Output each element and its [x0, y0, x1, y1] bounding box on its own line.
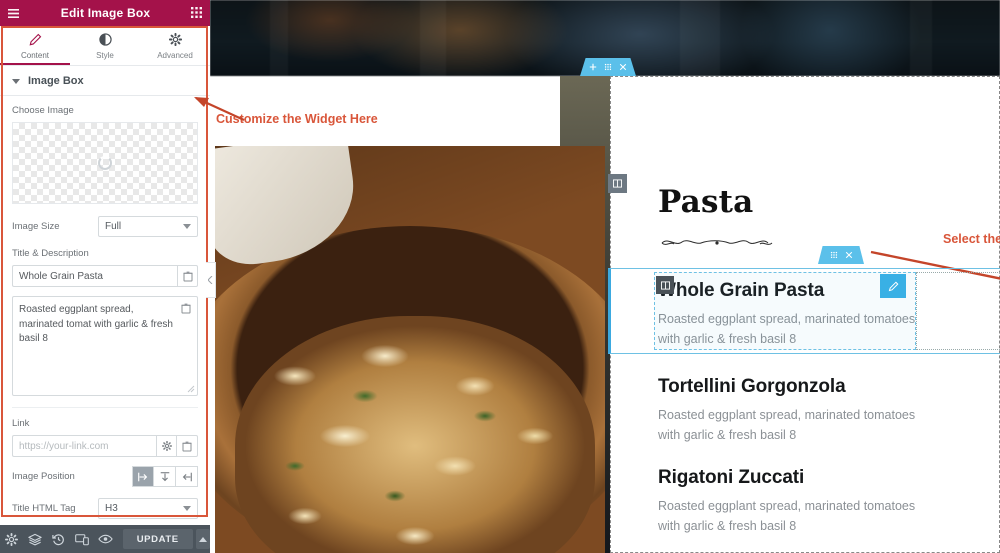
accordion-title: Image Box: [28, 74, 84, 87]
image-position-control[interactable]: [132, 466, 198, 487]
link-input[interactable]: https://your-link.com: [12, 435, 156, 457]
editor-screen: Pasta Select the Whole Grain Pasta Roast…: [0, 0, 1000, 553]
menu-item-selected[interactable]: Whole Grain Pasta $25.00 Roasted eggplan…: [608, 246, 1000, 354]
description-textarea[interactable]: Roasted eggplant spread, marinated tomat…: [12, 296, 198, 396]
selected-widget-box: [654, 272, 916, 350]
title-description-label: Title & Description: [12, 248, 89, 259]
gear-icon: [168, 32, 182, 48]
accordion-image-box[interactable]: Image Box: [0, 66, 210, 96]
menu-items-list: Whole Grain Pasta $25.00 Roasted eggplan…: [608, 246, 1000, 553]
menu-item-description: Roasted eggplant spread, marinated tomat…: [658, 405, 958, 446]
close-icon[interactable]: [619, 58, 627, 76]
chevron-down-icon: [183, 224, 191, 229]
panel-divider: [12, 407, 198, 408]
edit-widget-button[interactable]: [880, 274, 906, 298]
title-html-tag-label: Title HTML Tag: [12, 503, 76, 514]
align-left-icon[interactable]: [132, 466, 154, 487]
panel-collapse-handle[interactable]: [206, 262, 216, 298]
grid-icon[interactable]: [190, 7, 203, 19]
link-options-button[interactable]: [156, 435, 177, 457]
menu-heading: Pasta: [658, 184, 754, 220]
title-dynamic-tags-button[interactable]: [177, 265, 198, 287]
editor-canvas[interactable]: Pasta Select the Whole Grain Pasta Roast…: [210, 0, 1000, 553]
loading-spinner-icon: [98, 156, 112, 170]
image-position-label: Image Position: [12, 471, 75, 482]
widget-settings-panel[interactable]: Edit Image Box Content Style Advanced Im…: [0, 0, 211, 553]
title-input-row: Whole Grain Pasta: [12, 265, 198, 287]
plus-icon[interactable]: [589, 58, 597, 76]
desc-line-2: with garlic & fresh basil 8: [658, 427, 797, 442]
hamburger-icon[interactable]: [7, 8, 20, 19]
choose-image-dropzone[interactable]: [12, 122, 198, 204]
align-top-icon[interactable]: [154, 466, 176, 487]
image-size-label: Image Size: [12, 221, 60, 232]
menu-item-description: Roasted eggplant spread, marinated tomat…: [658, 496, 958, 537]
close-icon[interactable]: [845, 246, 853, 264]
decorative-flourish: [661, 240, 773, 245]
annotation-select-widget: Select the Widget: [943, 232, 1000, 246]
chevron-down-icon[interactable]: [12, 72, 20, 90]
section-toolbar[interactable]: [580, 58, 636, 76]
align-right-icon[interactable]: [176, 466, 198, 487]
contrast-icon: [98, 32, 112, 48]
responsive-mode-icon[interactable]: [70, 525, 93, 553]
panel-tabs[interactable]: Content Style Advanced: [0, 26, 210, 66]
title-html-tag-row: Title HTML Tag H3: [12, 498, 198, 519]
caret-up-icon[interactable]: [195, 529, 211, 549]
layers-icon[interactable]: [23, 525, 46, 553]
panel-body: Choose Image Image Size Full Title & Des…: [0, 96, 210, 553]
tab-advanced[interactable]: Advanced: [140, 26, 210, 65]
drag-handle-icon[interactable]: [604, 58, 612, 76]
tab-advanced-label: Advanced: [157, 50, 193, 60]
annotation-customize-widget: Customize the Widget Here: [216, 112, 378, 126]
title-html-tag-value: H3: [105, 503, 118, 514]
image-size-row: Image Size Full: [12, 216, 198, 237]
description-value: Roasted eggplant spread, marinated tomat…: [19, 304, 173, 344]
panel-header: Edit Image Box: [0, 0, 210, 26]
editor-bottom-bar[interactable]: UPDATE: [0, 525, 211, 553]
title-input[interactable]: Whole Grain Pasta: [12, 265, 177, 287]
desc-line-2: with garlic & fresh basil 8: [658, 519, 797, 534]
desc-line-1: Roasted eggplant spread, marinated tomat…: [658, 499, 916, 513]
link-label: Link: [12, 418, 30, 429]
menu-item-name: Rigatoni Zuccati: [658, 467, 805, 488]
tab-content-label: Content: [20, 50, 50, 60]
title-html-tag-select[interactable]: H3: [98, 498, 198, 519]
image-size-value: Full: [105, 221, 122, 232]
column-handle-icon[interactable]: [608, 174, 627, 193]
image-position-row: Image Position: [12, 466, 198, 487]
panel-title: Edit Image Box: [60, 6, 151, 20]
image-size-select[interactable]: Full: [98, 216, 198, 237]
link-input-row: https://your-link.com: [12, 435, 198, 457]
pencil-icon: [29, 33, 42, 48]
resize-handle-icon[interactable]: [187, 385, 195, 393]
menu-item[interactable]: Tortellini Gorgonzola $18.50 Roasted egg…: [658, 376, 1000, 446]
preview-eye-icon[interactable]: [93, 525, 116, 553]
choose-image-label: Choose Image: [12, 105, 74, 116]
tab-content[interactable]: Content: [0, 26, 70, 65]
menu-item-name: Tortellini Gorgonzola: [658, 375, 846, 397]
description-dynamic-tags-button[interactable]: [176, 298, 196, 318]
history-icon[interactable]: [47, 525, 70, 553]
tab-style[interactable]: Style: [70, 26, 140, 65]
widget-handle-icon[interactable]: [656, 276, 674, 294]
drag-handle-icon[interactable]: [830, 246, 838, 264]
column-toolbar[interactable]: [818, 246, 864, 264]
link-dynamic-tags-button[interactable]: [177, 435, 198, 457]
settings-gear-icon[interactable]: [0, 525, 23, 553]
menu-item[interactable]: Rigatoni Zuccati $22.50 Roasted eggplant…: [658, 467, 1000, 537]
pasta-photo[interactable]: [215, 146, 605, 553]
tab-style-label: Style: [96, 50, 114, 60]
selected-price-box: [916, 272, 1000, 350]
update-button[interactable]: UPDATE: [122, 529, 193, 549]
chevron-down-icon: [183, 506, 191, 511]
desc-line-1: Roasted eggplant spread, marinated tomat…: [658, 407, 916, 422]
